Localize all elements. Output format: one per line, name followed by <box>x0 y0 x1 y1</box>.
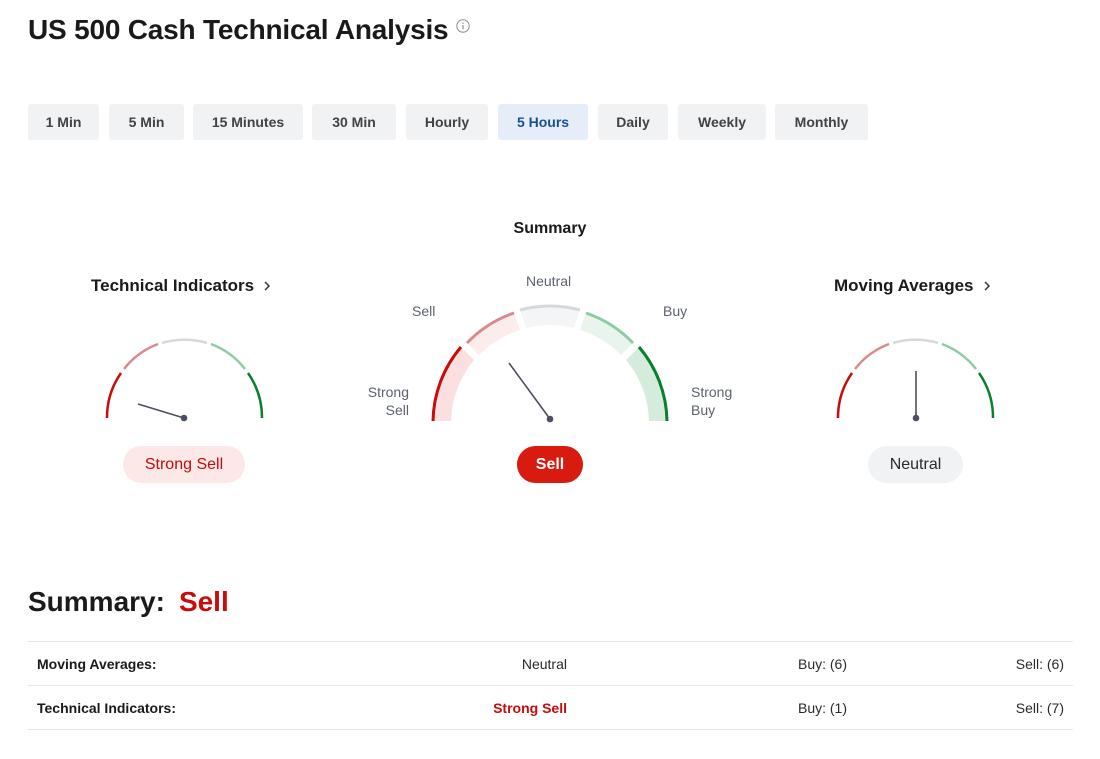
gauge-label-buy: Buy <box>663 303 688 319</box>
gauge-arc-buy <box>210 342 246 370</box>
gauge-label-strong-sell-line2: Sell <box>385 402 409 418</box>
gauge-label-strong-sell-line1: Strong <box>367 384 409 400</box>
row-buy-count: Buy: (1) <box>797 699 847 716</box>
technical-indicators-link[interactable]: Technical Indicators <box>91 276 272 296</box>
gauge-pivot <box>546 415 554 423</box>
gauge-arc-strong-buy <box>246 372 264 419</box>
summary-label: Summary: <box>28 586 165 617</box>
row-buy-count: Buy: (6) <box>797 655 847 672</box>
gauge-label-sell: Sell <box>412 303 436 319</box>
moving-averages-title: Moving Averages <box>834 276 974 295</box>
gauge-label-strong-buy-line1: Strong <box>691 384 733 400</box>
table-row: Moving Averages: Neutral Buy: (6) Sell: … <box>28 641 1073 686</box>
row-sell-count: Sell: (7) <box>1015 699 1064 716</box>
row-name: Technical Indicators: <box>37 699 176 716</box>
gauge-arc-strong-buy <box>977 372 995 419</box>
gauge-needle <box>508 362 551 420</box>
technical-indicators-title: Technical Indicators <box>91 276 255 295</box>
row-status: Strong Sell <box>493 699 567 716</box>
summary-heading: Summary: Sell <box>28 586 229 618</box>
chevron-right-icon <box>264 281 271 291</box>
moving-averages-link[interactable]: Moving Averages <box>834 276 992 296</box>
summary-value: Sell <box>178 586 229 617</box>
summary-gauge <box>431 304 669 423</box>
gauge-pivot <box>180 414 188 422</box>
moving-averages-status-badge: Neutral <box>868 446 963 483</box>
gauge-label-strong-buy-line2: Buy <box>691 402 716 418</box>
summary-table: Moving Averages: Neutral Buy: (6) Sell: … <box>28 641 1073 730</box>
gauge-arc-strong-sell <box>836 372 854 419</box>
table-row: Technical Indicators: Strong Sell Buy: (… <box>28 685 1073 730</box>
gauge-pivot <box>912 414 920 422</box>
row-sell-count: Sell: (6) <box>1015 655 1064 672</box>
summary-status-badge: Sell <box>517 446 583 483</box>
row-name: Moving Averages: <box>37 655 157 672</box>
gauge-needle <box>137 403 185 419</box>
chevron-right-icon <box>983 281 990 291</box>
technical-indicators-gauge <box>105 338 264 422</box>
gauge-label-neutral: Neutral <box>526 273 572 289</box>
gauge-arc-strong-sell <box>105 372 123 419</box>
row-status: Neutral <box>521 655 567 672</box>
gauge-label-strong-buy: Strong Buy <box>691 383 732 419</box>
gauge-arc-sell <box>123 342 159 370</box>
technical-indicators-status-badge: Strong Sell <box>123 446 245 483</box>
summary-gauge-title: Summary <box>513 220 587 237</box>
gauge-arc-buy <box>941 342 977 370</box>
moving-averages-gauge <box>836 338 995 422</box>
gauge-arc-neutral <box>161 338 208 345</box>
gauge-arc-sell <box>854 342 890 370</box>
gauge-arc-neutral <box>892 338 939 345</box>
gauge-label-strong-sell: Strong Sell <box>360 383 409 419</box>
